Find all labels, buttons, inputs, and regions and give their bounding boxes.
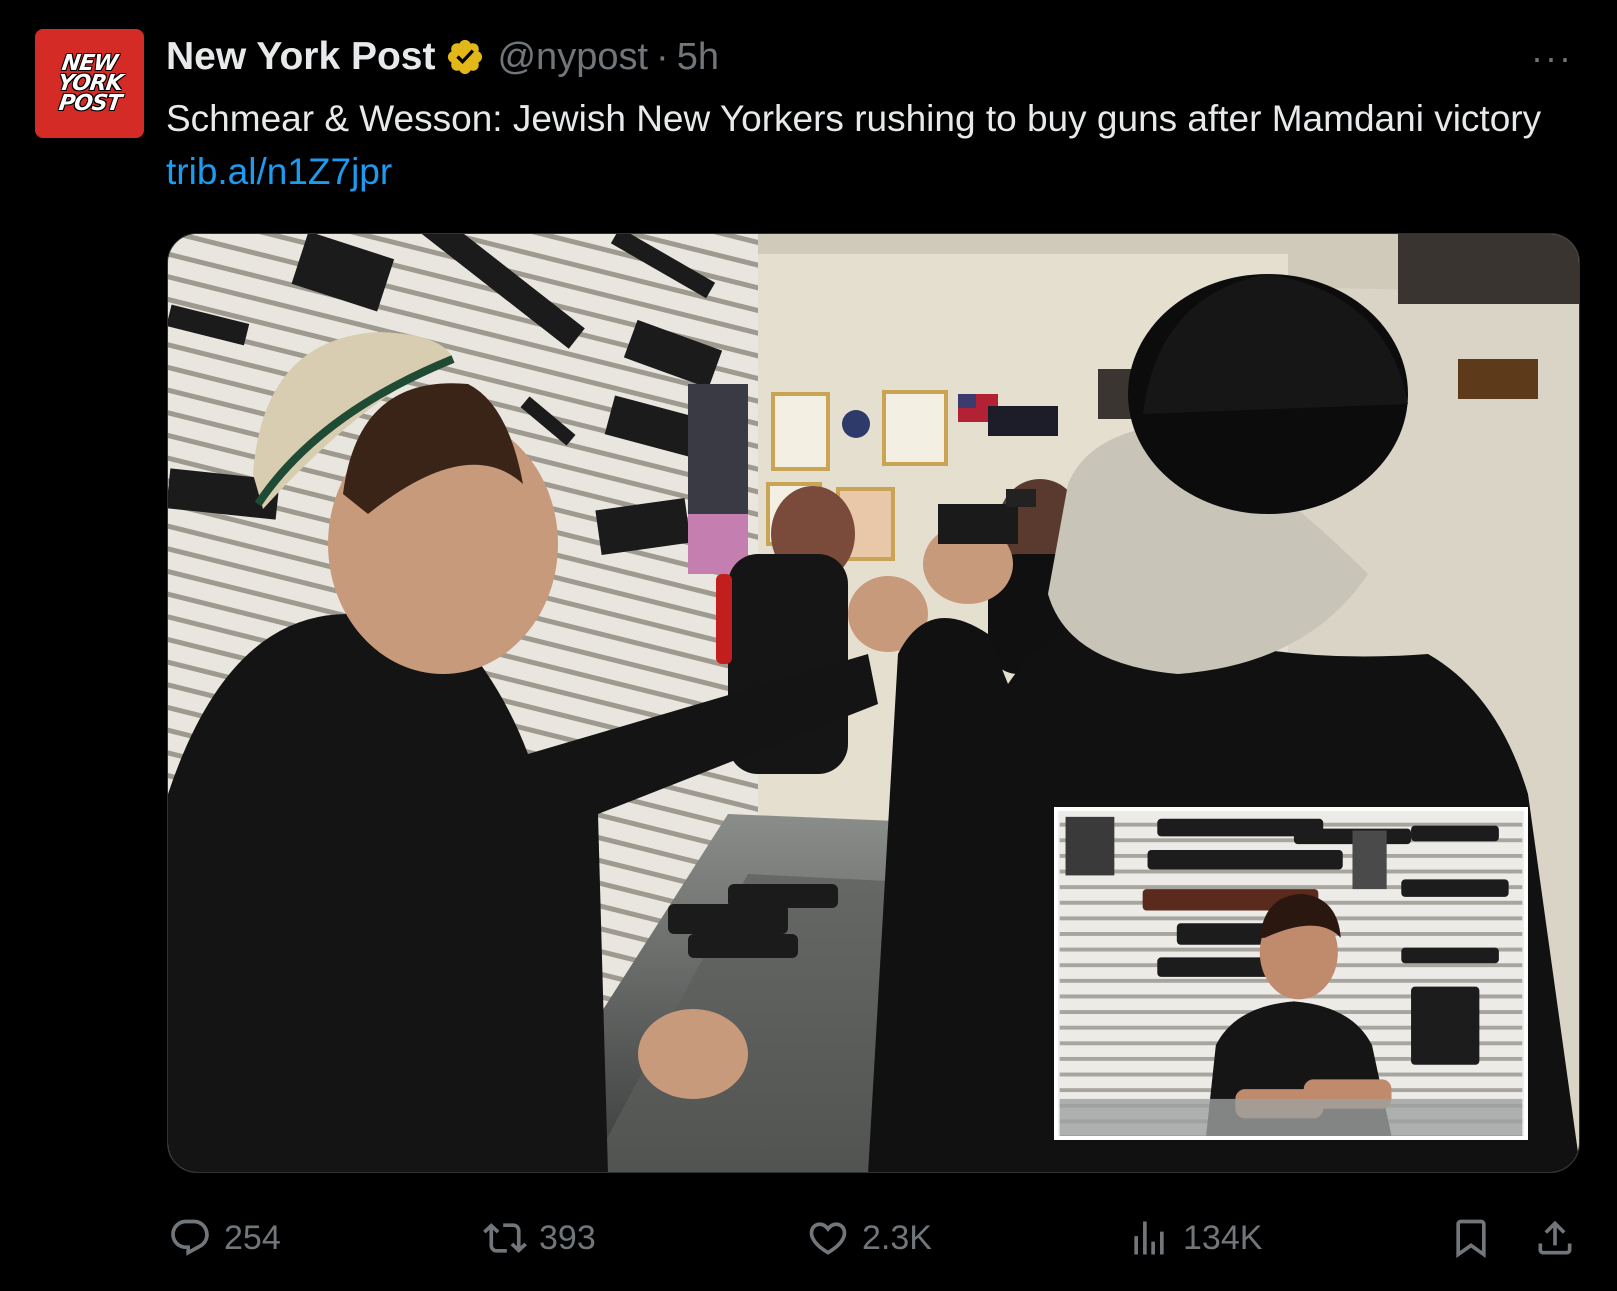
- share-button[interactable]: [1533, 1205, 1577, 1271]
- salesman-portrait-photo: [1054, 807, 1528, 1140]
- action-bar: 254 393 2.3K 134K: [0, 1205, 1617, 1271]
- separator-dot: ·: [656, 35, 669, 78]
- tweet-header: New York Post @nypost · 5h: [166, 32, 719, 82]
- verified-badge-icon: [448, 39, 483, 75]
- repost-button[interactable]: 393: [483, 1205, 596, 1271]
- tweet-link[interactable]: trib.al/n1Z7jpr: [166, 151, 392, 192]
- reply-icon: [171, 1219, 209, 1256]
- like-count: 2.3K: [862, 1218, 932, 1257]
- author-name[interactable]: New York Post: [166, 35, 435, 79]
- repost-icon: [483, 1223, 527, 1253]
- author-handle[interactable]: @nypost: [497, 36, 648, 79]
- views-icon: [1134, 1221, 1164, 1255]
- tweet-time[interactable]: 5h: [677, 36, 719, 79]
- like-button[interactable]: 2.3K: [806, 1205, 932, 1271]
- like-icon: [809, 1222, 847, 1255]
- avatar-line-3: POST: [56, 90, 123, 116]
- views-count: 134K: [1183, 1218, 1263, 1257]
- tweet-text: Schmear & Wesson: Jewish New Yorkers rus…: [166, 92, 1586, 198]
- reply-button[interactable]: 254: [168, 1205, 281, 1271]
- reply-count: 254: [224, 1218, 281, 1257]
- tweet-media[interactable]: [167, 233, 1580, 1173]
- tweet[interactable]: NEW YORK POST New York Post @nypost · 5h…: [0, 0, 1617, 1291]
- more-icon[interactable]: ···: [1527, 40, 1577, 76]
- avatar[interactable]: NEW YORK POST: [35, 29, 144, 138]
- tweet-body: Schmear & Wesson: Jewish New Yorkers rus…: [166, 98, 1542, 139]
- bookmark-button[interactable]: [1449, 1205, 1493, 1271]
- share-icon: [1538, 1220, 1572, 1255]
- repost-count: 393: [539, 1218, 596, 1257]
- views-button[interactable]: 134K: [1127, 1205, 1262, 1271]
- bookmark-icon: [1456, 1219, 1486, 1259]
